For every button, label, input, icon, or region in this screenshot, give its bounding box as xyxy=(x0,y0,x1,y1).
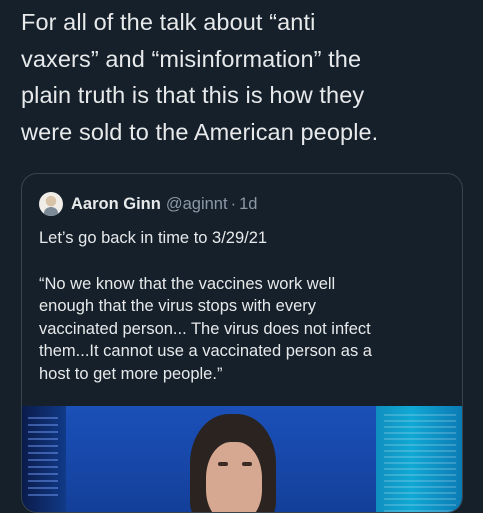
person-eye xyxy=(218,462,228,466)
author-name[interactable]: Aaron Ginn xyxy=(71,195,161,214)
tweet-text-line: vaxers” and “misinformation” the xyxy=(21,45,362,72)
quoted-tweet-card[interactable]: Aaron Ginn @aginnt · 1d Let’s go back in… xyxy=(21,173,463,513)
separator-dot: · xyxy=(230,194,237,213)
tweet-text: For all of the talk about “anti vaxers” … xyxy=(21,4,471,150)
tweet-text-line: plain truth is that this is how they xyxy=(21,82,365,108)
tweet-timestamp[interactable]: 1d xyxy=(239,195,257,214)
quoted-tweet-intro: Let’s go back in time to 3/29/21 xyxy=(39,229,268,247)
quoted-tweet-header: Aaron Ginn @aginnt · 1d xyxy=(39,191,257,217)
media-left-panel xyxy=(22,406,66,512)
person-eye xyxy=(242,462,252,466)
avatar[interactable] xyxy=(39,192,63,216)
quoted-tweet-quote: “No we know that the vaccines work well … xyxy=(39,273,449,386)
quote-line: them...It cannot use a vaccinated person… xyxy=(39,342,372,360)
media-right-panel xyxy=(376,406,462,512)
tweet-text-line: For all of the talk about “anti xyxy=(21,9,316,35)
person-face xyxy=(206,442,262,512)
quote-line: “No we know that the vaccines work well xyxy=(39,274,336,293)
quote-line: host to get more people.” xyxy=(39,364,223,383)
quote-line: vaccinated person... The virus does not … xyxy=(39,319,371,338)
quoted-tweet-media[interactable] xyxy=(22,406,462,512)
author-handle[interactable]: @aginnt xyxy=(166,195,228,214)
quoted-tweet-text: Let’s go back in time to 3/29/21 “No we … xyxy=(39,227,449,385)
quote-line: enough that the virus stops with every xyxy=(39,297,316,315)
tweet-text-line: were sold to the American people. xyxy=(21,118,379,145)
